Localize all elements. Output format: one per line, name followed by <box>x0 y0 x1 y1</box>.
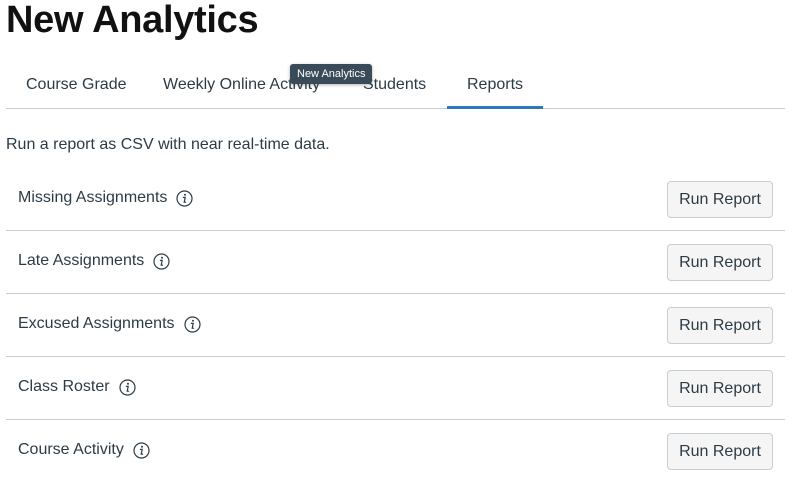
report-row-class-roster: Class Roster Run Report <box>6 357 785 420</box>
report-name-container: Missing Assignments <box>18 189 193 207</box>
run-report-button[interactable]: Run Report <box>667 370 773 407</box>
report-row-excused-assignments: Excused Assignments Run Report <box>6 294 785 357</box>
info-icon[interactable] <box>183 315 201 333</box>
info-icon[interactable] <box>118 378 136 396</box>
tab-students[interactable]: Students <box>363 64 426 108</box>
report-name-container: Class Roster <box>18 378 136 396</box>
info-icon[interactable] <box>153 252 170 270</box>
report-name: Excused Assignments <box>18 315 175 332</box>
report-row-course-activity: Course Activity Run Report <box>6 420 785 482</box>
tab-course-grade[interactable]: Course Grade <box>26 64 127 108</box>
reports-description: Run a report as CSV with near real-time … <box>6 136 330 153</box>
tab-reports[interactable]: Reports <box>447 64 543 109</box>
report-name-container: Course Activity <box>18 441 150 459</box>
tooltip: New Analytics <box>290 64 373 84</box>
report-list: Missing Assignments Run Report Late Assi… <box>6 168 785 482</box>
run-report-button[interactable]: Run Report <box>667 307 773 344</box>
run-report-button[interactable]: Run Report <box>667 244 773 281</box>
report-name: Class Roster <box>18 378 110 395</box>
report-name: Late Assignments <box>18 252 145 269</box>
page-title: New Analytics <box>6 0 259 41</box>
info-icon[interactable] <box>176 189 193 207</box>
run-report-button[interactable]: Run Report <box>667 433 773 470</box>
report-name: Missing Assignments <box>18 189 168 206</box>
report-row-missing-assignments: Missing Assignments Run Report <box>6 168 785 231</box>
report-row-late-assignments: Late Assignments Run Report <box>6 231 785 294</box>
tab-bar: Course Grade Weekly Online Activity Stud… <box>6 64 785 109</box>
report-name-container: Excused Assignments <box>18 315 201 333</box>
run-report-button[interactable]: Run Report <box>667 181 773 218</box>
report-name-container: Late Assignments <box>18 252 170 270</box>
info-icon[interactable] <box>133 441 150 459</box>
report-name: Course Activity <box>18 441 124 458</box>
